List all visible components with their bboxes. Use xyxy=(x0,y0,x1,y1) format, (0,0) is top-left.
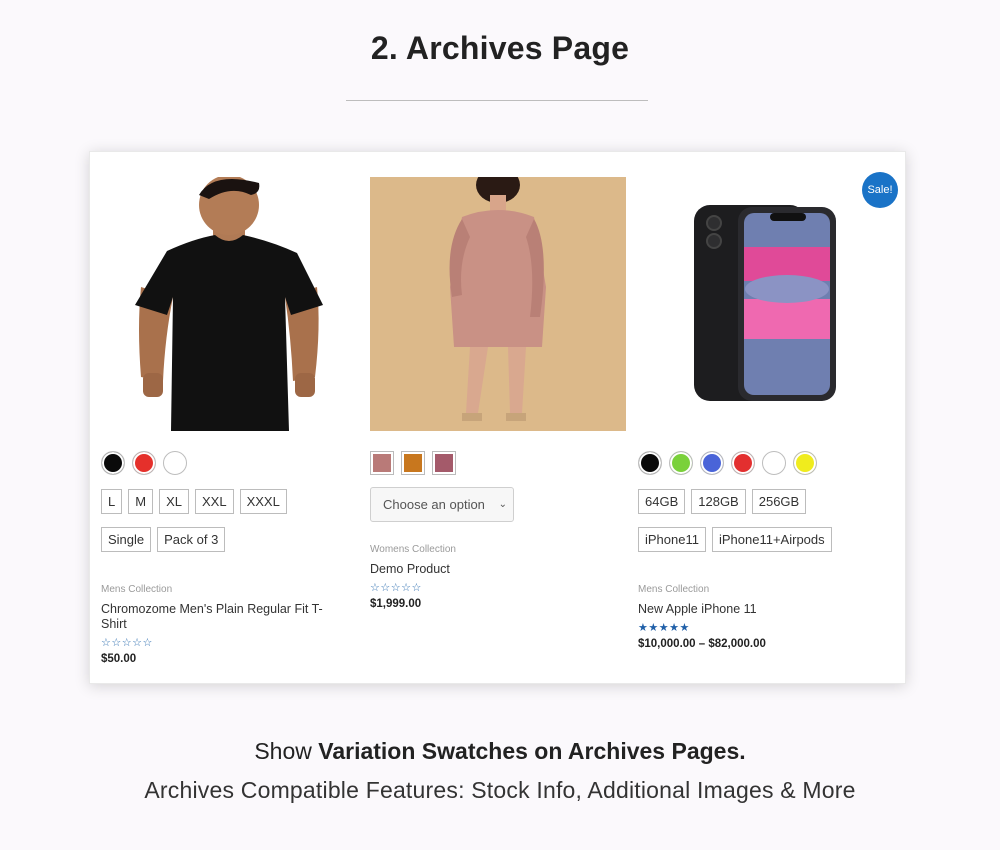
pack-swatch-pack-of-3[interactable]: Pack of 3 xyxy=(157,527,226,552)
product-title[interactable]: Chromozome Men's Plain Regular Fit T-Shi… xyxy=(101,602,346,632)
image-swatch[interactable] xyxy=(401,451,425,475)
product-image-dress[interactable] xyxy=(370,177,626,431)
rating-stars: ☆☆☆☆☆ xyxy=(101,637,153,649)
pack-swatch-row: Single Pack of 3 xyxy=(101,527,226,552)
variation-select-value: Choose an option xyxy=(383,497,485,512)
product-title[interactable]: New Apple iPhone 11 xyxy=(638,602,883,617)
image-swatch[interactable] xyxy=(370,451,394,475)
color-swatch[interactable] xyxy=(101,451,125,475)
chevron-down-icon: ⌄ xyxy=(498,499,507,510)
size-swatch-xl[interactable]: XL xyxy=(159,489,189,514)
color-swatch[interactable] xyxy=(669,451,693,475)
size-swatch-xxl[interactable]: XXL xyxy=(194,489,234,514)
rating-stars: ☆☆☆☆☆ xyxy=(370,582,422,594)
product-category[interactable]: Womens Collection xyxy=(370,544,456,555)
storage-swatch-64gb[interactable]: 64GB xyxy=(638,489,686,514)
size-swatch-m[interactable]: M xyxy=(128,489,154,514)
storage-swatch-256gb[interactable]: 256GB xyxy=(751,489,807,514)
product-price: $50.00 xyxy=(101,653,137,665)
size-swatch-row: L M XL XXL XXXL xyxy=(101,489,287,514)
variation-select[interactable]: Choose an option ⌄ xyxy=(370,487,514,522)
subtitle-prefix: Show xyxy=(254,738,319,764)
image-swatch-row xyxy=(370,451,456,475)
color-swatch-row xyxy=(638,451,817,475)
color-swatch[interactable] xyxy=(762,451,786,475)
color-swatch[interactable] xyxy=(793,451,817,475)
archive-product-grid: L M XL XXL XXXL Single Pack of 3 Mens Co… xyxy=(89,151,906,684)
color-swatch-row xyxy=(101,451,187,475)
product-image-iphone[interactable] xyxy=(638,177,894,431)
product-category[interactable]: Mens Collection xyxy=(638,584,709,595)
product-price: $10,000.00 – $82,000.00 xyxy=(638,638,766,650)
bundle-swatch-row: iPhone11 iPhone11+Airpods xyxy=(638,527,832,552)
pack-swatch-single[interactable]: Single xyxy=(101,527,152,552)
product-price: $1,999.00 xyxy=(370,598,422,610)
subtitle-line-2: Archives Compatible Features: Stock Info… xyxy=(144,777,856,803)
subtitle-line-1: Show Variation Swatches on Archives Page… xyxy=(0,738,1000,765)
product-category[interactable]: Mens Collection xyxy=(101,584,172,595)
heading-divider xyxy=(346,100,648,101)
bundle-swatch-iphone11[interactable]: iPhone11 xyxy=(638,527,706,552)
color-swatch[interactable] xyxy=(731,451,755,475)
storage-swatch-128gb[interactable]: 128GB xyxy=(691,489,746,514)
subtitle-bold: Variation Swatches on Archives Pages. xyxy=(318,738,746,764)
bundle-swatch-iphone11-airpods[interactable]: iPhone11+Airpods xyxy=(711,527,832,552)
product-title[interactable]: Demo Product xyxy=(370,562,615,577)
image-swatch[interactable] xyxy=(432,451,456,475)
color-swatch[interactable] xyxy=(638,451,662,475)
color-swatch[interactable] xyxy=(163,451,187,475)
size-swatch-xxxl[interactable]: XXXL xyxy=(239,489,287,514)
storage-swatch-row: 64GB 128GB 256GB xyxy=(638,489,807,514)
rating-stars: ★★★★★ xyxy=(638,622,690,634)
page-heading: 2. Archives Page xyxy=(370,30,630,66)
color-swatch[interactable] xyxy=(132,451,156,475)
sale-badge: Sale! xyxy=(862,172,898,208)
size-swatch-l[interactable]: L xyxy=(101,489,123,514)
product-image-tshirt[interactable] xyxy=(101,177,357,431)
color-swatch[interactable] xyxy=(700,451,724,475)
